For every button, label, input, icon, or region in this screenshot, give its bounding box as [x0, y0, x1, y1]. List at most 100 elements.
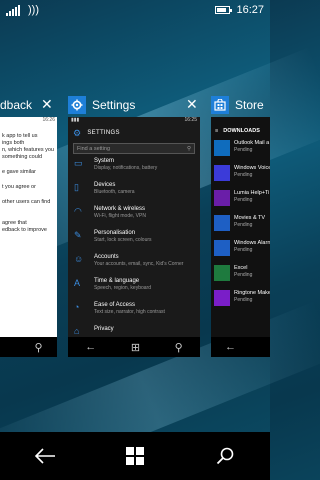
download-item[interactable]: Windows Voice Pending: [211, 165, 270, 187]
signal-icon: [6, 4, 20, 16]
download-item-title: Windows Alarn: [234, 240, 270, 246]
back-button[interactable]: [25, 436, 65, 476]
download-item-status: Pending: [234, 172, 253, 178]
app-icon: [214, 290, 230, 306]
back-arrow-icon: [34, 448, 55, 464]
download-item[interactable]: Outlook Mail a Pending: [211, 140, 270, 162]
gear-icon: ⚙: [73, 127, 82, 138]
feedback-text-line: e gave similar: [2, 169, 36, 175]
downloads-heading-label: DOWNLOADS: [223, 128, 260, 134]
app-icon: [214, 140, 230, 156]
close-settings-button[interactable]: ✕: [186, 96, 198, 113]
settings-item-ease-of-access[interactable]: ◔ Ease of Access Text size, narrator, hig…: [68, 302, 200, 326]
download-item-status: Pending: [234, 147, 253, 153]
store-card-title: Store: [235, 98, 264, 112]
start-button[interactable]: [115, 436, 155, 476]
search-button[interactable]: [205, 436, 245, 476]
settings-item-subtitle: Speech, region, keyboard: [94, 285, 151, 291]
settings-item-devices[interactable]: ▯ Devices Bluetooth, camera: [68, 182, 200, 206]
download-item[interactable]: Lumia Help+Ti Pending: [211, 190, 270, 212]
download-item-title: Excel: [234, 265, 248, 271]
feedback-text-line: agree that: [2, 220, 27, 226]
download-item-title: Ringtone Make: [234, 290, 270, 296]
settings-heading-label: SETTINGS: [87, 130, 120, 136]
app-icon: [214, 165, 230, 181]
left-card-title: dback: [0, 98, 33, 112]
search-icon: ⚲: [186, 145, 191, 152]
system-icon: ▭: [74, 158, 83, 168]
search-icon: [216, 447, 234, 465]
feedback-text-line: other users can find: [2, 199, 51, 205]
settings-item-title: Network & wireless: [94, 206, 146, 212]
feedback-text-line: t you agree or: [2, 184, 36, 190]
accounts-icon: ☺: [74, 254, 84, 264]
settings-item-title: Privacy: [94, 326, 114, 332]
download-item[interactable]: Movies & TV Pending: [211, 215, 270, 237]
settings-item-subtitle: Display, notifications, battery: [94, 165, 158, 171]
download-item-status: Pending: [234, 197, 253, 203]
left-card-nav: ⚲: [0, 337, 57, 357]
settings-card-header[interactable]: Settings: [68, 95, 135, 115]
download-item-status: Pending: [234, 222, 253, 228]
ease-of-access-icon: ◔: [74, 302, 80, 312]
settings-item-subtitle: Start, lock screen, colours: [94, 237, 152, 243]
settings-item-subtitle: Your accounts, email, sync, Kid's Corner: [94, 261, 184, 267]
settings-item-accounts[interactable]: ☺ Accounts Your accounts, email, sync, Ki…: [68, 254, 200, 278]
back-icon: ←: [225, 341, 236, 353]
download-item-title: Lumia Help+Ti: [234, 190, 270, 196]
settings-heading: ⚙ SETTINGS: [68, 125, 200, 141]
settings-item-system[interactable]: ▭ System Display, notifications, battery: [68, 158, 200, 182]
search-placeholder: Find a setting: [77, 145, 111, 152]
settings-app-icon: [68, 96, 86, 114]
search-icon: ⚲: [34, 341, 43, 354]
settings-item-personalisation[interactable]: ✎ Personalisation Start, lock screen, col…: [68, 230, 200, 254]
settings-card-nav: ← ⊞ ⚲: [68, 337, 200, 357]
download-item-title: Movies & TV: [234, 215, 266, 221]
devices-icon: ▯: [74, 182, 79, 192]
app-icon: [214, 215, 230, 231]
feedback-text-line: edback to improve: [2, 227, 47, 233]
download-item[interactable]: Excel Pending: [211, 265, 270, 287]
close-left-app-button[interactable]: ✕: [41, 96, 53, 113]
find-setting-input[interactable]: Find a setting ⚲: [73, 143, 195, 154]
store-app-card[interactable]: ≡ DOWNLOADS Outlook Mail a Pending Windows…: [211, 117, 270, 357]
status-bar: ))) 16:27: [0, 0, 270, 20]
feedback-app-card[interactable]: 16:26 k app to tell us ings both n, whic…: [0, 117, 57, 357]
network-icon: ◠: [74, 206, 82, 216]
download-item[interactable]: Ringtone Make Pending: [211, 290, 270, 312]
settings-item-subtitle: Bluetooth, camera: [94, 189, 135, 195]
download-item-title: Outlook Mail a: [234, 140, 270, 146]
settings-item-title: Ease of Access: [94, 302, 136, 308]
downloads-heading: ≡ DOWNLOADS: [211, 125, 270, 137]
time-language-icon: A: [74, 278, 81, 288]
download-item-title: Windows Voice: [234, 165, 270, 171]
mini-status-bar: ▮▮▮ 16:25: [68, 117, 200, 125]
settings-item-network[interactable]: ◠ Network & wireless Wi-Fi, flight mode, …: [68, 206, 200, 230]
app-icon: [214, 190, 230, 206]
settings-item-title: Accounts: [94, 254, 119, 260]
status-time: 16:27: [236, 4, 264, 16]
windows-logo-icon: [126, 447, 144, 465]
store-app-icon: [211, 96, 229, 114]
feedback-text-line: ings both: [2, 140, 25, 146]
battery-icon: [215, 6, 233, 14]
mini-status-time: 16:26: [42, 117, 55, 123]
download-item-status: Pending: [234, 297, 253, 303]
search-icon: ⚲: [174, 341, 183, 354]
hamburger-menu-icon: ≡: [215, 128, 219, 134]
settings-item-title: System: [94, 158, 115, 164]
store-card-header[interactable]: Store: [211, 95, 264, 115]
download-item-status: Pending: [234, 272, 253, 278]
mini-signal-icon: ▮▮▮: [71, 117, 80, 123]
download-item[interactable]: Windows Alarn Pending: [211, 240, 270, 262]
mini-status-time: 16:25: [184, 117, 197, 123]
left-card-header: dback: [0, 95, 32, 115]
settings-item-title: Devices: [94, 182, 116, 188]
settings-item-title: Time & language: [94, 278, 140, 284]
app-icon: [214, 265, 230, 281]
settings-item-title: Personalisation: [94, 230, 136, 236]
settings-item-time-language[interactable]: A Time & language Speech, region, keyboar…: [68, 278, 200, 302]
feedback-text-line: n, which features you: [2, 147, 54, 153]
settings-item-subtitle: Text size, narrator, high contrast: [94, 309, 165, 315]
settings-app-card[interactable]: ▮▮▮ 16:25 ⚙ SETTINGS Find a setting ⚲ ▭ …: [68, 117, 200, 357]
